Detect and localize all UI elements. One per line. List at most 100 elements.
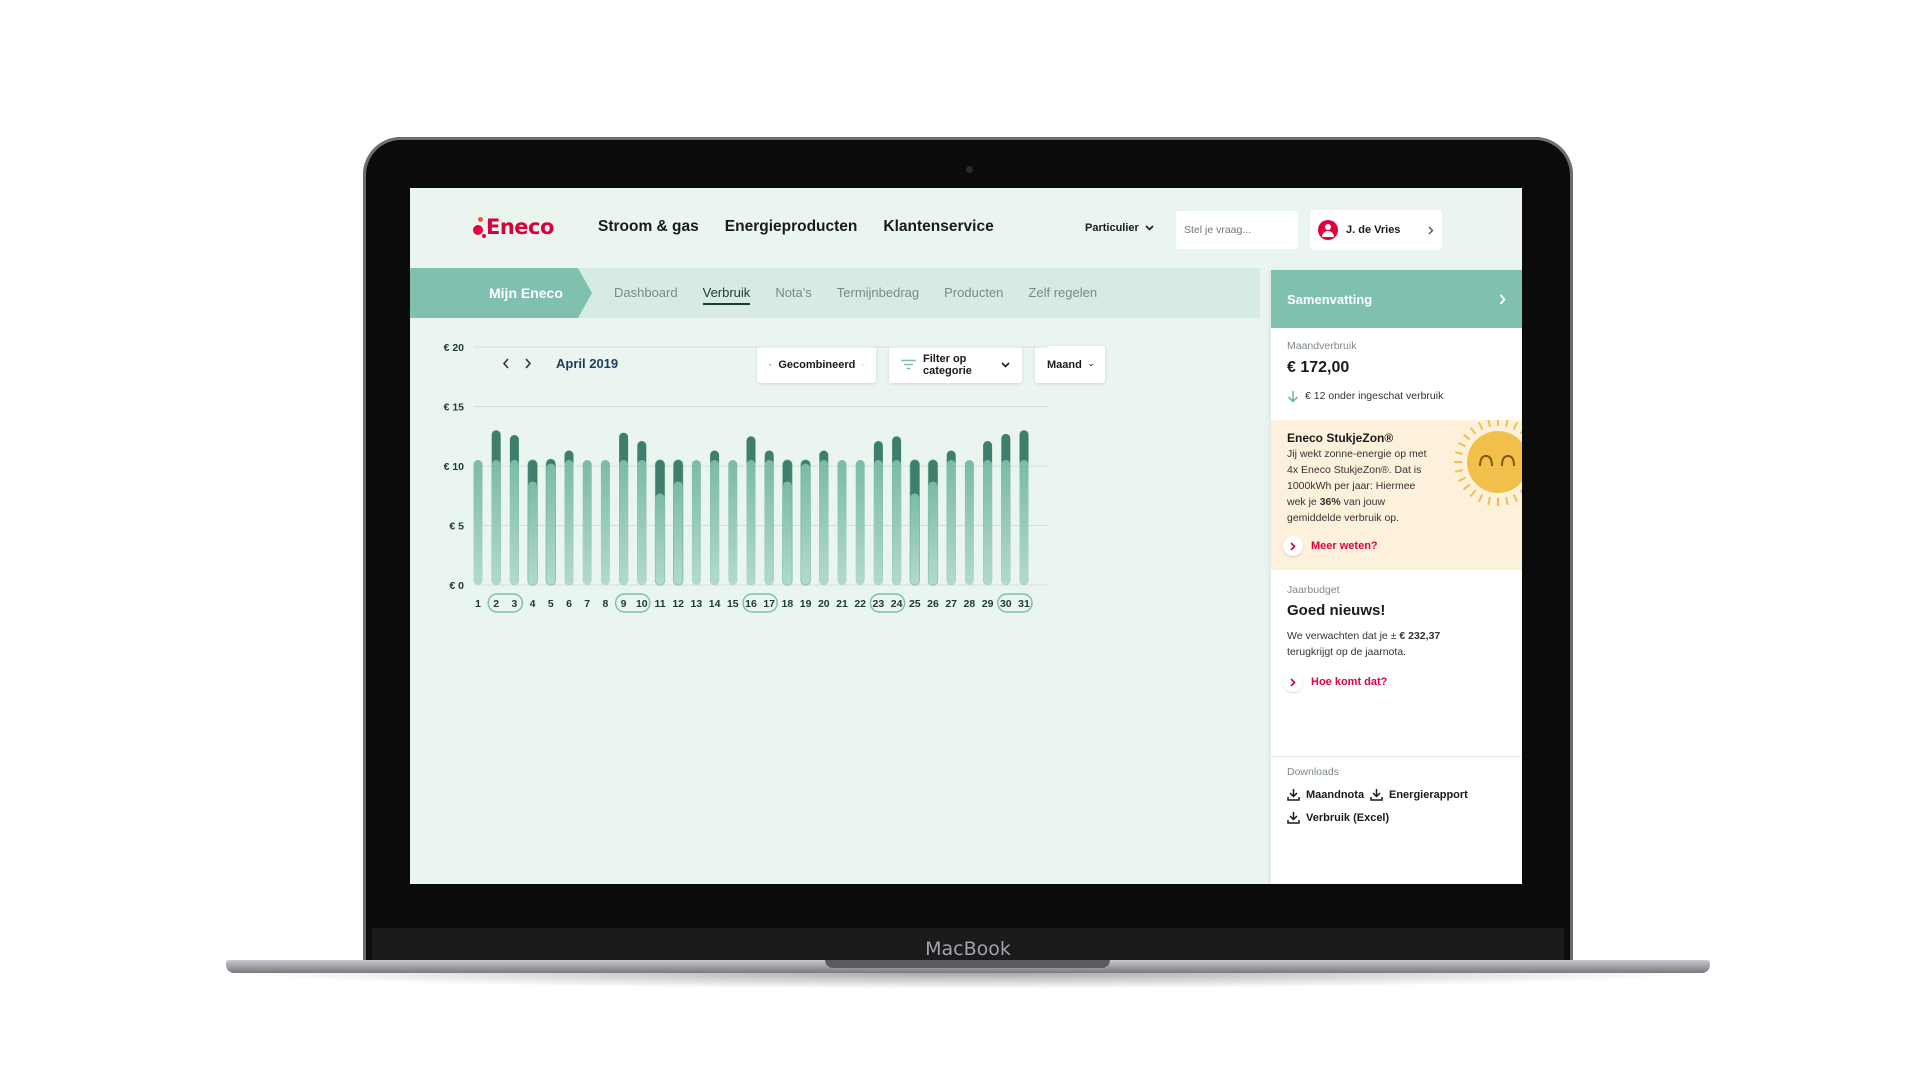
stukjezon-title: Eneco StukjeZon® (1287, 431, 1394, 445)
x-tick-label: 30 (1000, 598, 1012, 610)
x-tick-label: 19 (800, 598, 812, 610)
hoe-komt-dat-label: Hoe komt dat? (1311, 676, 1388, 688)
stukjezon-card: Eneco StukjeZon® Jij wekt zonne-energie … (1271, 420, 1522, 570)
x-tick-label: 2 (493, 598, 499, 610)
chevron-right-icon (1428, 226, 1434, 234)
x-tick-label: 31 (1018, 598, 1030, 610)
x-tick-label: 8 (602, 598, 608, 610)
x-tick-label: 27 (945, 598, 957, 610)
device-label: MacBook (925, 938, 1011, 960)
downloads-divider (1271, 756, 1522, 757)
bar-usage (1019, 460, 1029, 585)
x-tick-label: 25 (909, 598, 921, 610)
jaarbudget-title: Goed nieuws! (1287, 602, 1386, 619)
hoe-komt-dat-link[interactable]: Hoe komt dat? (1283, 672, 1387, 692)
bar-usage (910, 493, 920, 585)
stukjezon-percentage: 36% (1319, 496, 1341, 508)
avatar (1318, 220, 1338, 240)
stukjezon-line-1: Jij wekt zonne-energie op met (1287, 448, 1427, 460)
x-tick-label: 3 (511, 598, 517, 610)
sun-ray (1512, 494, 1518, 503)
y-tick-label: € 20 (444, 342, 465, 354)
user-account-button[interactable]: J. de Vries (1310, 210, 1442, 250)
month-usage-delta: € 12 onder ingeschat verbruik (1287, 388, 1443, 404)
sun-ray (1478, 421, 1484, 430)
sun-ray (1512, 421, 1518, 430)
sun-ray (1462, 483, 1471, 491)
bar-usage (837, 460, 847, 585)
bar-usage (564, 460, 574, 585)
bar-usage (801, 463, 811, 585)
x-tick-label: 18 (782, 598, 794, 610)
download-icon (1287, 789, 1300, 801)
bar-usage (983, 460, 993, 585)
meer-weten-label: Meer weten? (1311, 540, 1378, 552)
bar-usage (673, 481, 683, 585)
x-tick-label: 1 (475, 598, 481, 610)
stukjezon-line-4: wek je 36% van jouw (1287, 496, 1386, 508)
download-icon (1370, 789, 1383, 801)
bar-usage (964, 460, 974, 585)
stukjezon-line-5: gemiddelde verbruik op. (1287, 512, 1400, 524)
download-label: Verbruik (Excel) (1306, 811, 1390, 824)
bar-usage (710, 460, 720, 585)
sun-ray (1454, 469, 1464, 473)
x-tick-label: 7 (584, 598, 590, 610)
bar-usage (764, 460, 774, 585)
screen: Eneco Stroom & gas Energieproducten Klan… (410, 188, 1522, 884)
bar-usage (582, 460, 592, 585)
x-tick-label: 16 (745, 598, 757, 610)
bar-usage (892, 460, 902, 585)
x-tick-label: 17 (763, 598, 775, 610)
bar-usage (873, 460, 883, 585)
user-name: J. de Vries (1346, 224, 1401, 236)
sun-ray (1505, 496, 1509, 506)
bar-usage (619, 460, 629, 585)
download-energierapport[interactable]: Energierapport (1370, 788, 1468, 801)
x-tick-label: 24 (891, 598, 903, 610)
x-tick-label: 9 (621, 598, 627, 610)
sun-ray (1519, 489, 1522, 494)
download-verbruik-excel[interactable]: Verbruik (Excel) (1287, 811, 1389, 824)
sun-ray (1487, 496, 1491, 506)
stukjezon-line-3: 1000kWh per jaar: Hiermee (1287, 480, 1416, 492)
download-maandnota[interactable]: Maandnota (1287, 788, 1364, 801)
chevron-right-icon (1283, 672, 1303, 692)
jaarbudget-amount: € 232,37 (1399, 630, 1441, 642)
x-tick-label: 22 (854, 598, 866, 610)
jaarbudget-line-2: terugkrijgt op de jaarnota. (1287, 646, 1407, 658)
bar-usage (946, 460, 956, 585)
x-tick-label: 21 (836, 598, 848, 610)
y-tick-label: € 0 (449, 580, 464, 592)
y-tick-label: € 10 (444, 461, 465, 473)
bar-usage (819, 460, 829, 585)
arrow-down-icon (1287, 390, 1299, 403)
month-usage-delta-text: € 12 onder ingeschat verbruik (1305, 390, 1444, 402)
sun-ray (1457, 476, 1466, 482)
downloads-label: Downloads (1287, 766, 1339, 778)
summary-header[interactable]: Samenvatting (1271, 270, 1522, 328)
x-tick-label: 28 (964, 598, 976, 610)
y-tick-label: € 15 (444, 402, 465, 414)
sun-ray (1469, 489, 1477, 498)
sun-ray (1454, 451, 1464, 455)
sun-ray (1505, 420, 1509, 428)
bar-usage (509, 460, 519, 585)
sun-ray (1478, 494, 1484, 503)
bar-usage (655, 493, 665, 585)
x-tick-label: 15 (727, 598, 739, 610)
x-tick-label: 14 (709, 598, 721, 610)
meer-weten-link[interactable]: Meer weten? (1283, 536, 1378, 556)
laptop-shadow (232, 973, 1704, 989)
bar-usage (600, 460, 610, 585)
jaarbudget-line-1: We verwachten dat je ± € 232,37 (1287, 630, 1441, 642)
stukjezon-line-2: 4x Eneco StukjeZon®. Dat is (1287, 464, 1422, 476)
x-tick-label: 29 (982, 598, 994, 610)
bar-usage (746, 460, 756, 585)
month-usage-value: € 172,00 (1287, 359, 1350, 376)
x-tick-label: 26 (927, 598, 939, 610)
laptop-notch (825, 960, 1110, 968)
x-tick-label: 13 (691, 598, 703, 610)
sun-ray (1457, 442, 1466, 448)
x-tick-label: 4 (530, 598, 536, 610)
